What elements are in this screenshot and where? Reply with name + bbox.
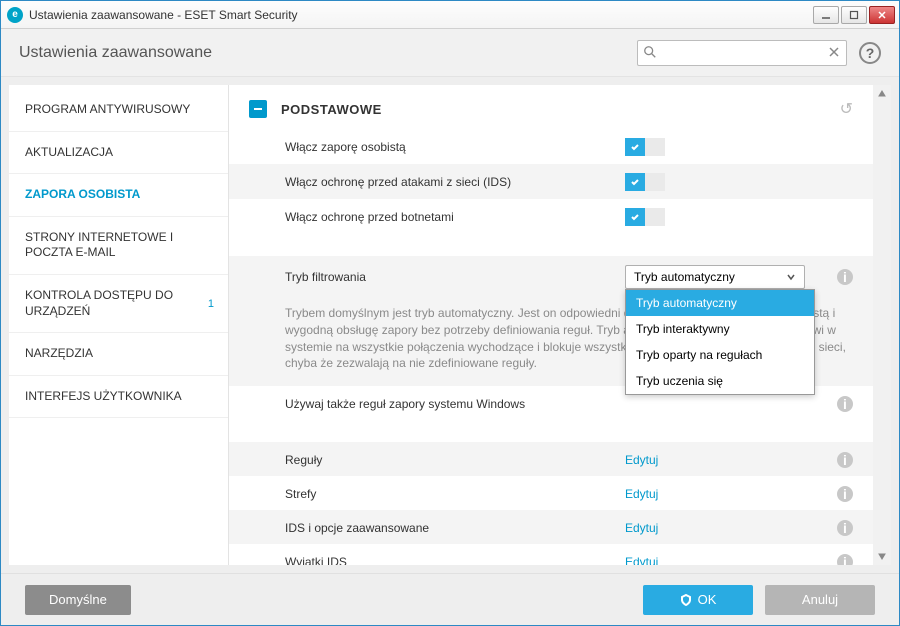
scroll-down-icon[interactable] <box>873 547 891 565</box>
sidebar-item-update[interactable]: AKTUALIZACJA <box>9 132 228 175</box>
select-value: Tryb automatyczny <box>634 270 735 284</box>
label-enable-botnet: Włącz ochronę przed botnetami <box>285 210 625 224</box>
row-ids-exc: Wyjątki IDS Edytuj i <box>229 544 873 565</box>
sidebar-item-antivirus[interactable]: PROGRAM ANTYWIRUSOWY <box>9 89 228 132</box>
sidebar-badge: 1 <box>208 296 214 310</box>
dropdown-option[interactable]: Tryb interaktywny <box>626 316 814 342</box>
sidebar: PROGRAM ANTYWIRUSOWY AKTUALIZACJA ZAPORA… <box>9 85 229 565</box>
row-rules: Reguły Edytuj i <box>229 442 873 476</box>
row-enable-firewall: Włącz zaporę osobistą <box>229 129 873 164</box>
info-icon[interactable]: i <box>837 486 853 502</box>
info-icon[interactable]: i <box>837 554 853 565</box>
page-title: Ustawienia zaawansowane <box>19 44 637 62</box>
link-edit-ids-adv[interactable]: Edytuj <box>625 521 658 535</box>
row-filter-mode: Tryb filtrowania Tryb automatyczny Tryb … <box>229 256 873 297</box>
window-title: Ustawienia zaawansowane - ESET Smart Sec… <box>29 8 813 22</box>
collapse-toggle[interactable] <box>249 100 267 118</box>
sidebar-item-ui[interactable]: INTERFEJS UŻYTKOWNIKA <box>9 376 228 419</box>
label-enable-firewall: Włącz zaporę osobistą <box>285 140 625 154</box>
titlebar: e Ustawienia zaawansowane - ESET Smart S… <box>1 1 899 29</box>
dropdown-option[interactable]: Tryb automatyczny <box>626 290 814 316</box>
row-ids-adv: IDS i opcje zaawansowane Edytuj i <box>229 510 873 544</box>
info-icon[interactable]: i <box>837 269 853 285</box>
info-icon[interactable]: i <box>837 520 853 536</box>
settings-panel: PODSTAWOWE ↺ Włącz zaporę osobistą Włącz… <box>229 85 873 565</box>
label-ids-adv: IDS i opcje zaawansowane <box>285 521 625 535</box>
label-enable-ids: Włącz ochronę przed atakami z sieci (IDS… <box>285 175 625 189</box>
toggle-enable-ids[interactable] <box>625 173 665 191</box>
default-button[interactable]: Domyślne <box>25 585 131 615</box>
label-filter-mode: Tryb filtrowania <box>285 270 625 284</box>
label-ids-exc: Wyjątki IDS <box>285 555 625 565</box>
search-input[interactable] <box>637 40 847 66</box>
dropdown-option[interactable]: Tryb uczenia się <box>626 368 814 394</box>
link-edit-ids-exc[interactable]: Edytuj <box>625 555 658 565</box>
dropdown-filter-mode: Tryb automatyczny Tryb interaktywny Tryb… <box>625 289 815 395</box>
sidebar-item-firewall[interactable]: ZAPORA OSOBISTA <box>9 174 228 217</box>
label-win-rules: Używaj także reguł zapory systemu Window… <box>285 397 625 411</box>
label-rules: Reguły <box>285 453 625 467</box>
search-icon <box>643 45 657 59</box>
help-button[interactable]: ? <box>859 42 881 64</box>
header: Ustawienia zaawansowane ? <box>1 29 899 77</box>
row-zones: Strefy Edytuj i <box>229 476 873 510</box>
chevron-down-icon <box>786 272 796 282</box>
toggle-enable-firewall[interactable] <box>625 138 665 156</box>
close-icon <box>877 10 887 20</box>
sidebar-item-device-control[interactable]: KONTROLA DOSTĘPU DO URZĄDZEŃ 1 <box>9 275 228 333</box>
row-enable-ids: Włącz ochronę przed atakami z sieci (IDS… <box>229 164 873 199</box>
link-edit-zones[interactable]: Edytuj <box>625 487 658 501</box>
app-icon: e <box>7 7 23 23</box>
dropdown-option[interactable]: Tryb oparty na regułach <box>626 342 814 368</box>
scroll-up-icon[interactable] <box>873 85 891 103</box>
label-zones: Strefy <box>285 487 625 501</box>
toggle-enable-botnet[interactable] <box>625 208 665 226</box>
maximize-button[interactable] <box>841 6 867 24</box>
close-button[interactable] <box>869 6 895 24</box>
reset-icon[interactable]: ↺ <box>840 99 853 119</box>
check-icon <box>630 177 640 187</box>
window-frame: e Ustawienia zaawansowane - ESET Smart S… <box>0 0 900 626</box>
row-enable-botnet: Włącz ochronę przed botnetami <box>229 199 873 234</box>
minimize-icon <box>821 10 831 20</box>
footer: Domyślne OK Anuluj <box>1 573 899 625</box>
select-filter-mode[interactable]: Tryb automatyczny <box>625 265 805 289</box>
search-box <box>637 40 847 66</box>
sidebar-item-label: KONTROLA DOSTĘPU DO URZĄDZEŃ <box>25 288 173 318</box>
scrollbar[interactable] <box>873 85 891 565</box>
sidebar-item-web-email[interactable]: STRONY INTERNETOWE I POCZTA E-MAIL <box>9 217 228 275</box>
section-title: PODSTAWOWE <box>281 102 382 117</box>
sidebar-item-tools[interactable]: NARZĘDZIA <box>9 333 228 376</box>
content: PROGRAM ANTYWIRUSOWY AKTUALIZACJA ZAPORA… <box>1 77 899 573</box>
minimize-button[interactable] <box>813 6 839 24</box>
cancel-button[interactable]: Anuluj <box>765 585 875 615</box>
info-icon[interactable]: i <box>837 396 853 412</box>
check-icon <box>630 142 640 152</box>
maximize-icon <box>849 10 859 20</box>
link-edit-rules[interactable]: Edytuj <box>625 453 658 467</box>
shield-icon <box>680 594 692 606</box>
clear-search-icon[interactable] <box>827 45 841 59</box>
info-icon[interactable]: i <box>837 452 853 468</box>
ok-button[interactable]: OK <box>643 585 753 615</box>
ok-label: OK <box>698 592 717 607</box>
section-header: PODSTAWOWE ↺ <box>229 85 873 129</box>
check-icon <box>630 212 640 222</box>
